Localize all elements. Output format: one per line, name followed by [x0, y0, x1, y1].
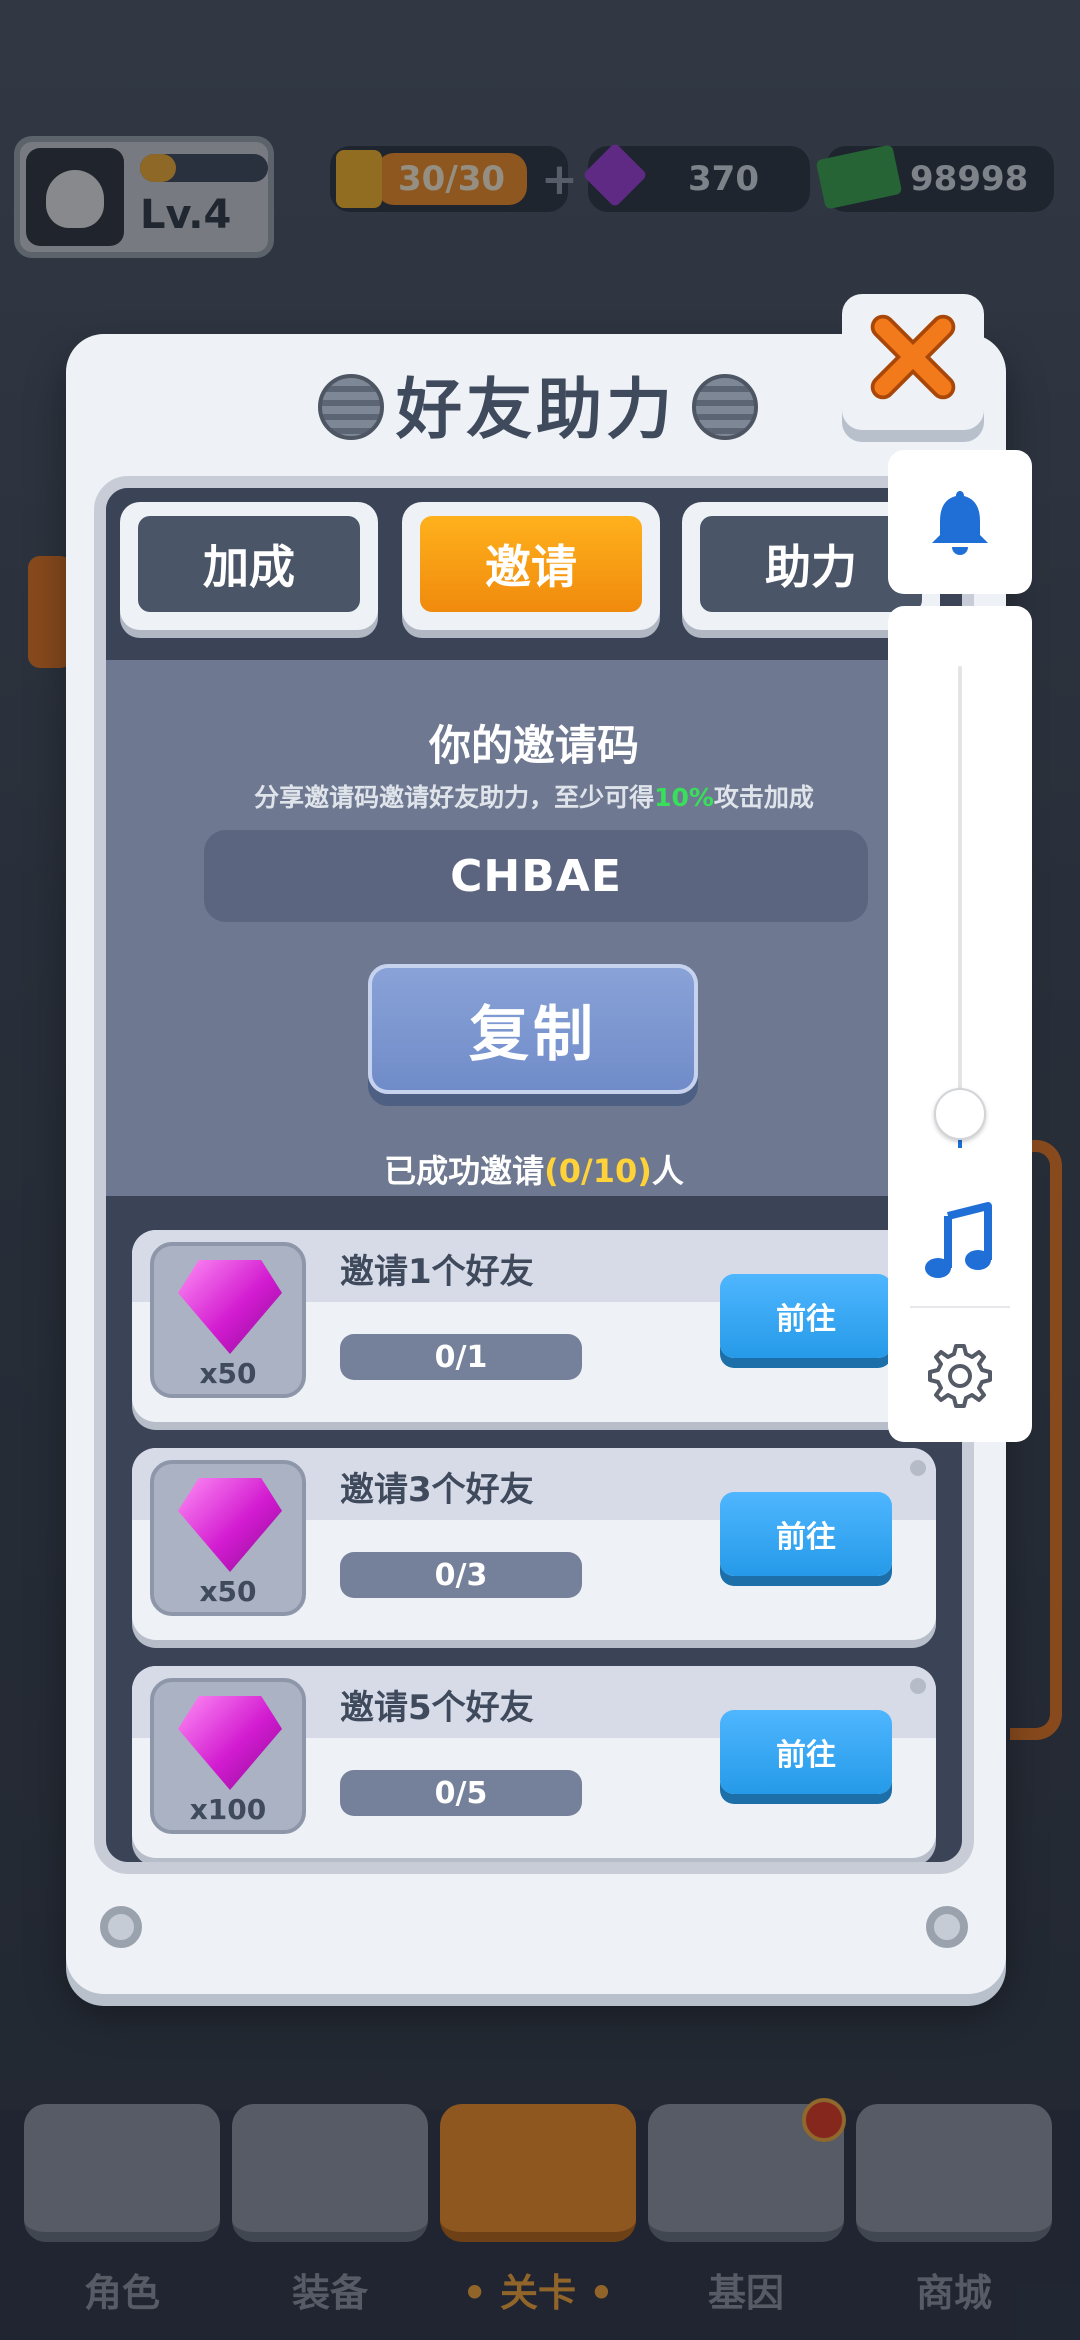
gear-icon[interactable]: [926, 1342, 994, 1410]
reward-icon: x100: [150, 1678, 306, 1834]
volume-panel: [888, 606, 1032, 1442]
go-button[interactable]: 前往: [720, 1492, 892, 1576]
invited-count: 已成功邀请(0/10)人: [106, 1146, 962, 1192]
reward-icon: x50: [150, 1242, 306, 1398]
divider: [910, 1306, 1010, 1308]
tab-label: 邀请: [420, 516, 642, 612]
gem-icon: [178, 1260, 282, 1354]
gem-icon: [178, 1478, 282, 1572]
reward-title: 邀请1个好友: [340, 1252, 534, 1292]
close-x-icon: [870, 314, 956, 400]
go-button[interactable]: 前往: [720, 1710, 892, 1794]
reward-progress: 0/5: [340, 1770, 582, 1816]
bell-icon: [932, 491, 988, 555]
bonus-percent: 10%: [654, 783, 714, 812]
reward-quantity: x50: [199, 1575, 257, 1608]
reward-list: x50 邀请1个好友 0/1 前往 x50 邀请3个好友 0/3 前往 x100…: [106, 1196, 962, 1862]
invite-section: 你的邀请码 分享邀请码邀请好友助力，至少可得10%攻击加成 CHBAE 复制 已…: [106, 660, 962, 1196]
reward-item: x100 邀请5个好友 0/5 前往: [132, 1666, 936, 1858]
corner-rivet: [926, 1906, 968, 1948]
close-button[interactable]: [842, 294, 984, 430]
invite-code[interactable]: CHBAE: [204, 830, 868, 922]
invited-count-post: 人: [651, 1152, 684, 1190]
reward-title: 邀请3个好友: [340, 1470, 534, 1510]
reward-title: 邀请5个好友: [340, 1688, 534, 1728]
reward-item: x50 邀请1个好友 0/1 前往: [132, 1230, 936, 1422]
reward-dot: [910, 1460, 926, 1476]
rivet-decoration: [692, 374, 758, 440]
tab-label: 加成: [138, 516, 360, 612]
reward-item: x50 邀请3个好友 0/3 前往: [132, 1448, 936, 1640]
invite-description-pre: 分享邀请码邀请好友助力，至少可得: [254, 783, 655, 812]
volume-slider-track[interactable]: [958, 666, 962, 1146]
tab-bonus[interactable]: 加成: [120, 502, 378, 630]
reward-icon: x50: [150, 1460, 306, 1616]
invited-count-value: (0/10): [544, 1152, 652, 1190]
ringer-toggle[interactable]: [888, 450, 1032, 594]
invite-description-post: 攻击加成: [713, 783, 814, 812]
invite-code-title: 你的邀请码: [428, 721, 639, 770]
music-note-icon[interactable]: [924, 1202, 996, 1282]
invited-count-pre: 已成功邀请: [384, 1152, 545, 1190]
copy-button[interactable]: 复制: [368, 964, 698, 1094]
gem-icon: [178, 1696, 282, 1790]
reward-progress: 0/1: [340, 1334, 582, 1380]
panel-content: 加成 邀请 助力 你的邀请码 分享邀请码邀请好友助力，至少可得10%攻击加成 C…: [94, 476, 974, 1874]
reward-quantity: x50: [199, 1357, 257, 1390]
friend-assist-panel: 好友助力 加成 邀请 助力 你的邀请码 分享邀请码邀请好友助力，至少可得10%攻…: [66, 334, 1006, 1994]
go-button[interactable]: 前往: [720, 1274, 892, 1358]
volume-slider-handle[interactable]: [934, 1088, 986, 1140]
tab-invite[interactable]: 邀请: [402, 502, 660, 630]
reward-dot: [910, 1678, 926, 1694]
reward-progress: 0/3: [340, 1552, 582, 1598]
reward-quantity: x100: [189, 1793, 267, 1826]
corner-rivet: [100, 1906, 142, 1948]
tab-bar: 加成 邀请 助力: [106, 488, 962, 660]
invite-description: 分享邀请码邀请好友助力，至少可得10%攻击加成: [106, 778, 962, 814]
